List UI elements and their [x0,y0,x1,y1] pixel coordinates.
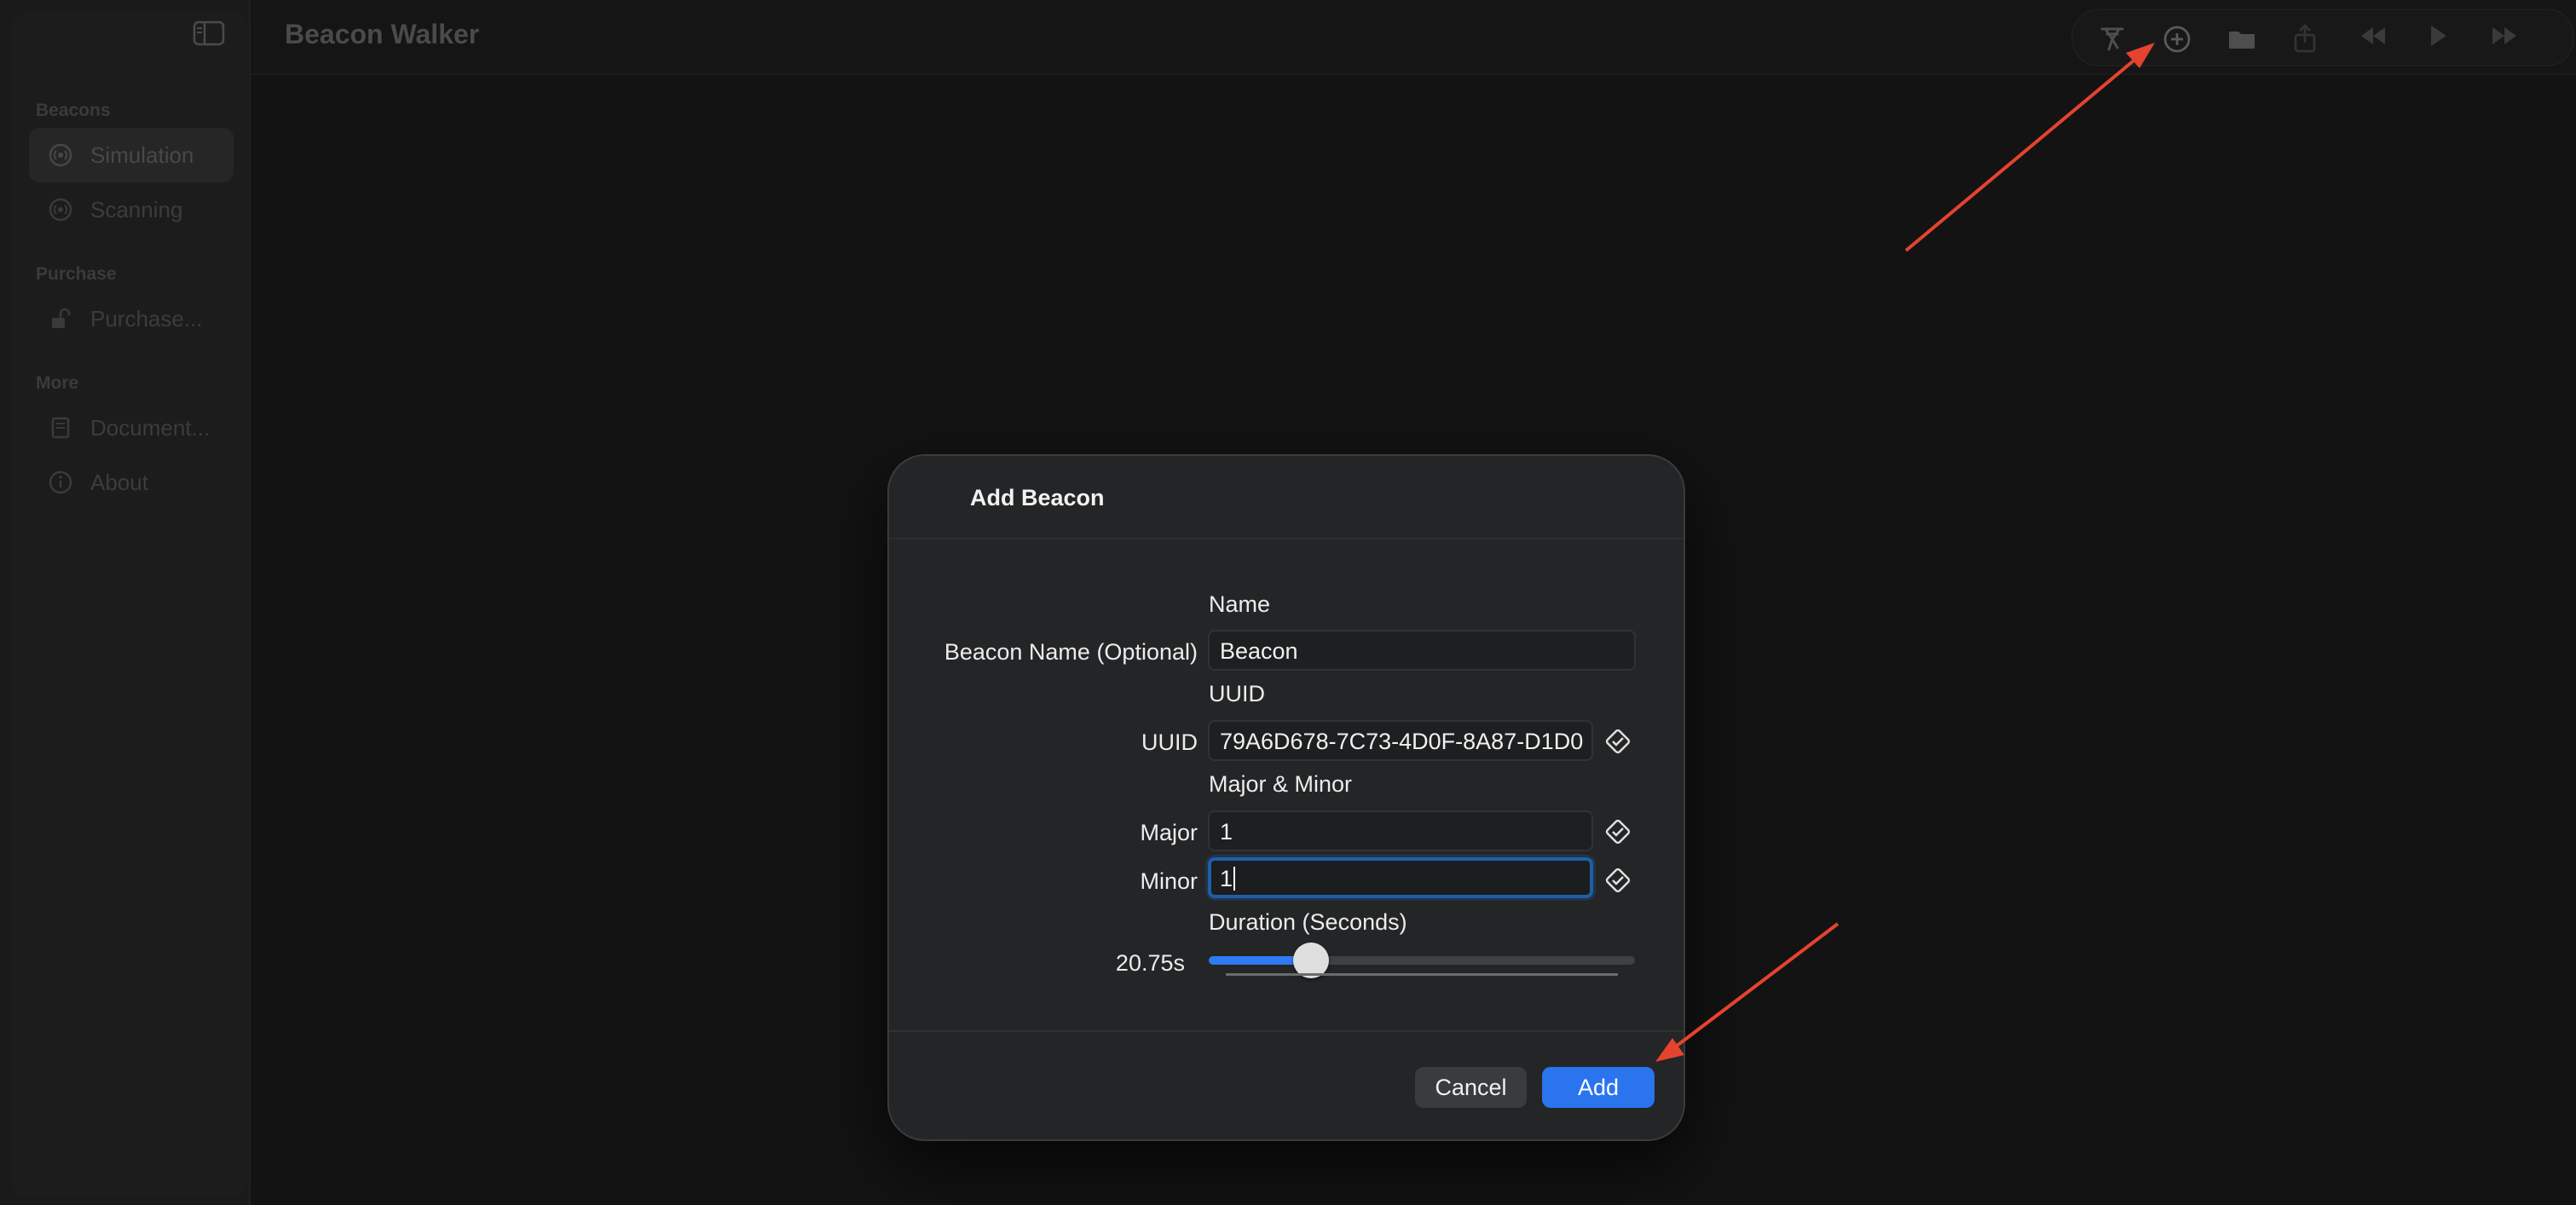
text-caret [1233,867,1236,891]
dialog-divider [889,1030,1684,1032]
sidebar-item-about[interactable]: About [29,455,234,510]
generate-major-icon[interactable] [1603,817,1632,846]
info-icon [49,470,72,494]
book-icon [51,417,70,439]
sidebar-item-simulation[interactable]: Simulation [29,128,234,182]
sidebar-item-label: About [90,469,148,495]
duration-section-label: Duration (Seconds) [1209,909,1407,935]
sidebar-section-beacons: Beacons [36,101,111,120]
sidebar-item-label: Simulation [90,141,194,168]
sidebar-item-scanning[interactable]: Scanning [29,182,234,237]
cancel-button[interactable]: Cancel [1415,1067,1527,1108]
add-circle-icon[interactable] [2160,22,2194,56]
sidebar-section-purchase: Purchase [36,264,117,284]
beacon-name-field[interactable]: Beacon [1208,630,1636,671]
fast-forward-icon[interactable] [2487,19,2521,53]
minor-label: Minor [1140,868,1198,894]
generate-minor-icon[interactable] [1603,866,1632,895]
play-icon[interactable] [2421,19,2455,53]
toolbar: Beacon Walker [251,0,2576,75]
add-button[interactable]: Add [1542,1067,1655,1108]
minor-field[interactable]: 1 [1208,857,1593,898]
dialog-title: Add Beacon [970,485,1105,510]
uuid-section-label: UUID [1209,681,1265,706]
share-icon[interactable] [2288,22,2322,56]
major-label: Major [1140,820,1198,845]
rewind-icon[interactable] [2356,19,2390,53]
duration-slider[interactable] [1209,943,1635,978]
uuid-field[interactable]: 79A6D678-7C73-4D0F-8A87-D1D0 [1208,720,1593,761]
sidebar-item-label: Purchase... [90,305,203,332]
major-minor-section-label: Major & Minor [1209,771,1353,797]
sidebar-toggle-icon[interactable] [193,20,225,46]
minor-field-value: 1 [1220,866,1233,891]
add-beacon-dialog: Add Beacon Name Beacon Name (Optional) B… [887,454,1685,1141]
folder-icon[interactable] [2225,22,2259,56]
sidebar-item-purchase[interactable]: Purchase... [29,291,234,346]
walker-icon[interactable] [2095,22,2129,56]
sidebar-section-more: More [36,373,79,393]
uuid-label: UUID [1141,729,1198,755]
sidebar-item-label: Scanning [90,196,183,222]
beacon-name-label: Beacon Name (Optional) [944,639,1198,665]
sidebar-item-documentation[interactable]: Document... [29,401,234,455]
major-field[interactable]: 1 [1208,810,1593,851]
antenna-icon [49,143,72,167]
antenna-icon [49,198,72,222]
generate-uuid-icon[interactable] [1603,727,1632,756]
dialog-header: Add Beacon [889,456,1684,539]
page-title: Beacon Walker [285,19,480,49]
name-section-label: Name [1209,591,1271,617]
sidebar-item-label: Document... [90,414,211,441]
unlock-icon [52,308,71,328]
duration-slider-ticks [1226,973,1618,976]
sidebar: Beacons Simulation Scanning Purchase Pur… [0,0,251,1205]
duration-value-label: 20.75s [1115,950,1185,976]
